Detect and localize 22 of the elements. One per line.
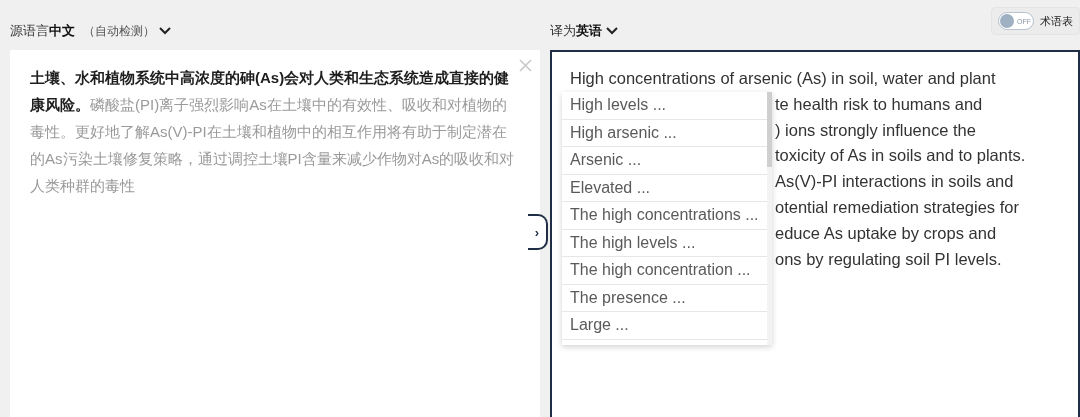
translation-text: As(V)-PI interactions in soils and — [775, 172, 1014, 191]
chevron-down-icon — [606, 27, 618, 35]
source-language: 中文 — [49, 22, 75, 40]
translation-text: educe As uptake by crops and — [775, 223, 997, 242]
collapse-button[interactable]: › — [528, 214, 548, 250]
glossary-label: 术语表 — [1040, 13, 1073, 29]
translation-text: toxicity of As in soils and to plants. — [775, 146, 1026, 165]
translation-text: te health risk to humans and — [775, 94, 983, 113]
translation-text: otential remediation strategies for — [775, 198, 1019, 216]
auto-detect-label: （自动检测） — [83, 22, 155, 40]
chevron-down-icon — [159, 27, 171, 35]
close-icon[interactable] — [519, 59, 532, 72]
target-language-selector[interactable]: 译为英语 — [550, 22, 618, 40]
scrollbar[interactable] — [767, 92, 772, 345]
translation-text: ons by regulating soil PI levels. — [775, 249, 1002, 268]
source-text: 土壤、水和植物系统中高浓度的砷(As)会对人类和生态系统造成直接的健康风险。磷酸盐(PI)离子强烈影响As在土壤中的有效性、吸收和对植物的毒性。更好地了解As(V)-PI在土壤和植物中的相互作用将有助于制定潜在的As污染土壤修复策略，通过调控土壤PI含量来减少作物对As的吸收和对人类种群的毒性 — [30, 68, 516, 196]
source-language-label: 源语言 — [10, 22, 49, 40]
source-language-selector[interactable]: 源语言中文 （自动检测） — [10, 22, 171, 40]
translation-text: High concentrations of arsenic (As) in soil, water and plant — [570, 69, 996, 87]
translation-text: ) ions strongly influence the — [775, 120, 976, 139]
target-language: 英语 — [576, 22, 602, 40]
target-language-label: 译为 — [550, 22, 576, 40]
